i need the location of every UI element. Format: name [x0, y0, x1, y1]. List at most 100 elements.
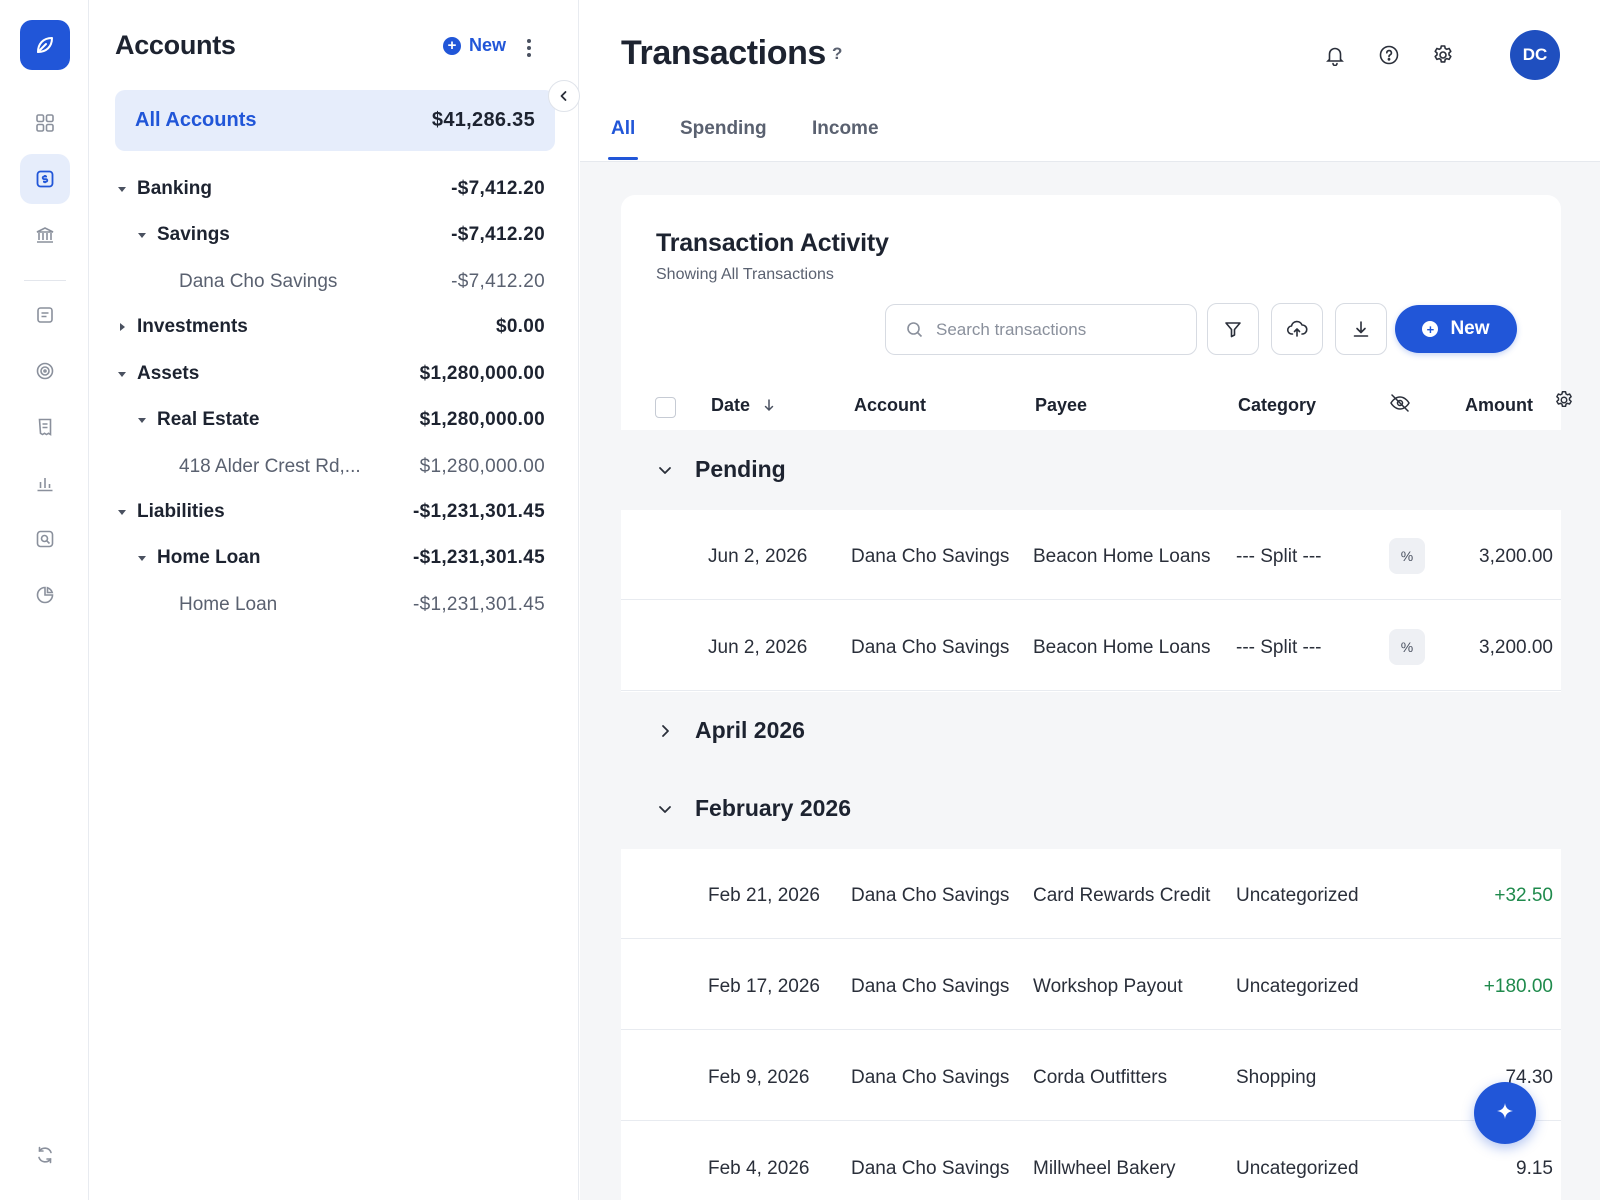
new-account-label: New — [469, 35, 507, 55]
caret-down-icon[interactable] — [135, 228, 149, 242]
all-accounts-item[interactable]: All Accounts $41,286.35 — [115, 90, 555, 151]
account-name: 418 Alder Crest Rd,... — [179, 456, 361, 477]
sync-icon[interactable] — [20, 1130, 70, 1180]
gear-icon[interactable] — [1428, 40, 1458, 70]
table-row[interactable]: Jun 2, 2026 Dana Cho Savings Beacon Home… — [621, 510, 1561, 600]
account-name: Banking — [137, 178, 212, 199]
new-transaction-button[interactable]: + New — [1395, 305, 1517, 353]
new-transaction-label: New — [1450, 318, 1490, 339]
cell-amount: 3,200.00 — [1479, 637, 1553, 658]
notes-icon[interactable] — [20, 290, 70, 340]
group-label: February 2026 — [695, 795, 851, 821]
tab-all[interactable]: All — [611, 118, 635, 140]
account-amount: $1,280,000.00 — [419, 456, 545, 477]
card-title: Transaction Activity — [656, 229, 889, 257]
cell-account: Dana Cho Savings — [851, 1158, 1010, 1179]
table-row[interactable]: Feb 21, 2026 Dana Cho Savings Card Rewar… — [621, 849, 1561, 939]
chevron-down-icon[interactable] — [657, 801, 673, 817]
pie-chart-icon[interactable] — [20, 570, 70, 620]
dashboard-icon[interactable] — [20, 98, 70, 148]
column-date[interactable]: Date — [711, 395, 775, 416]
search-icon — [907, 321, 923, 337]
title-help-icon[interactable]: ? — [832, 44, 842, 64]
account-group-savings[interactable]: Savings -$7,412.20 — [115, 217, 545, 253]
bank-icon[interactable] — [20, 210, 70, 260]
plus-circle-icon: + — [443, 36, 461, 55]
cell-date: Feb 4, 2026 — [708, 1158, 810, 1179]
cell-category: Uncategorized — [1236, 1158, 1359, 1179]
page-header: Transactions ? DC All Spending Income — [580, 0, 1600, 162]
account-item-home-loan[interactable]: Home Loan -$1,231,301.45 — [115, 587, 545, 623]
caret-down-icon[interactable] — [115, 505, 129, 519]
percent-split-icon[interactable]: % — [1389, 629, 1425, 665]
account-item-dana-cho-savings[interactable]: Dana Cho Savings -$7,412.20 — [115, 264, 545, 300]
cell-date: Feb 9, 2026 — [708, 1067, 810, 1088]
group-pending[interactable]: Pending — [621, 430, 1561, 510]
upload-icon — [1286, 320, 1308, 337]
more-options-icon[interactable] — [521, 36, 537, 60]
goals-icon[interactable] — [20, 346, 70, 396]
account-group-real-estate[interactable]: Real Estate $1,280,000.00 — [115, 402, 545, 438]
caret-down-icon[interactable] — [115, 367, 129, 381]
search-report-icon[interactable] — [20, 514, 70, 564]
download-button[interactable] — [1335, 303, 1387, 355]
cell-payee: Corda Outfitters — [1033, 1067, 1168, 1088]
caret-down-icon[interactable] — [135, 551, 149, 565]
search-input[interactable] — [936, 319, 1176, 340]
table-header: Date Account Payee Category Amount — [621, 380, 1561, 430]
table-row[interactable]: Feb 4, 2026 Dana Cho Savings Millwheel B… — [621, 1122, 1561, 1200]
avatar[interactable]: DC — [1510, 30, 1560, 80]
column-payee[interactable]: Payee — [1035, 395, 1087, 416]
upload-button[interactable] — [1271, 303, 1323, 355]
eye-off-icon[interactable] — [1389, 393, 1411, 418]
help-circle-icon[interactable] — [1374, 40, 1404, 70]
table-row[interactable]: Jun 2, 2026 Dana Cho Savings Beacon Home… — [621, 601, 1561, 691]
collapse-panel-button[interactable] — [548, 80, 580, 112]
account-group-assets[interactable]: Assets $1,280,000.00 — [115, 356, 545, 392]
sort-arrow-down-icon — [764, 399, 774, 412]
account-amount: -$1,231,301.45 — [412, 501, 545, 522]
bar-chart-icon[interactable] — [20, 458, 70, 508]
caret-down-icon[interactable] — [135, 413, 149, 427]
cell-amount: +180.00 — [1483, 976, 1553, 997]
account-name: Savings — [157, 224, 230, 245]
new-account-button[interactable]: + New — [443, 35, 506, 56]
chevron-right-icon[interactable] — [657, 723, 673, 739]
caret-right-icon[interactable] — [115, 320, 129, 334]
table-row[interactable]: Feb 9, 2026 Dana Cho Savings Corda Outfi… — [621, 1031, 1561, 1121]
group-february-2026[interactable]: February 2026 — [621, 771, 1561, 849]
tab-spending[interactable]: Spending — [680, 118, 767, 140]
account-name: Home Loan — [157, 547, 261, 568]
account-name: Assets — [137, 363, 200, 384]
account-group-liabilities[interactable]: Liabilities -$1,231,301.45 — [115, 494, 545, 530]
select-all-checkbox[interactable] — [655, 397, 676, 418]
ai-assistant-button[interactable] — [1474, 1082, 1536, 1144]
account-group-home-loan[interactable]: Home Loan -$1,231,301.45 — [115, 540, 545, 576]
column-account[interactable]: Account — [854, 395, 926, 416]
account-group-banking[interactable]: Banking -$7,412.20 — [115, 171, 545, 207]
column-category[interactable]: Category — [1238, 395, 1316, 416]
all-accounts-amount: $41,286.35 — [431, 109, 535, 131]
bell-icon[interactable] — [1320, 40, 1350, 70]
percent-split-icon[interactable]: % — [1389, 538, 1425, 574]
leaf-logo-icon[interactable] — [20, 20, 70, 70]
table-row[interactable]: Feb 17, 2026 Dana Cho Savings Workshop P… — [621, 940, 1561, 1030]
caret-down-icon[interactable] — [115, 182, 129, 196]
column-amount[interactable]: Amount — [1465, 395, 1533, 416]
tab-income[interactable]: Income — [812, 118, 879, 140]
receipt-icon[interactable] — [20, 402, 70, 452]
column-settings-gear-icon[interactable] — [1553, 389, 1575, 411]
group-label: Pending — [695, 456, 786, 482]
chevron-down-icon[interactable] — [657, 462, 673, 478]
cell-amount: +32.50 — [1494, 885, 1553, 906]
account-amount: $0.00 — [495, 316, 545, 337]
account-amount: -$7,412.20 — [451, 271, 545, 292]
transactions-icon[interactable] — [20, 154, 70, 204]
account-item-alder-crest[interactable]: 418 Alder Crest Rd,... $1,280,000.00 — [115, 449, 545, 485]
group-april-2026[interactable]: April 2026 — [621, 692, 1561, 771]
filter-button[interactable] — [1207, 303, 1259, 355]
page-title: Transactions — [621, 34, 826, 72]
account-group-investments[interactable]: Investments $0.00 — [115, 309, 545, 345]
account-amount: $1,280,000.00 — [419, 363, 545, 384]
account-name: Dana Cho Savings — [179, 271, 338, 292]
